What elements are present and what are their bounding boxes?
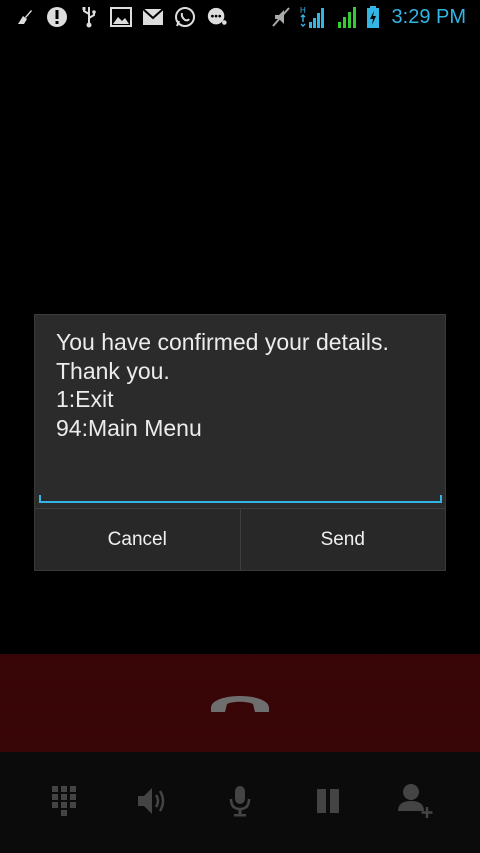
dialog-button-row: Cancel Send: [35, 508, 445, 570]
chat-bubble-icon: [206, 6, 228, 28]
hold-icon: [315, 788, 341, 818]
mute-mic-icon: [227, 784, 253, 822]
broom-icon: [14, 6, 36, 28]
dialpad-button[interactable]: [34, 773, 94, 833]
notification-icons: [14, 5, 228, 29]
speaker-icon: [135, 784, 169, 822]
hold-button[interactable]: [298, 773, 358, 833]
message-line: 94:Main Menu: [56, 414, 202, 441]
mail-icon: [142, 6, 164, 28]
ussd-message: You have confirmed your details. Thank y…: [56, 328, 436, 442]
message-input-area[interactable]: You have confirmed your details. Thank y…: [35, 315, 445, 507]
dialpad-icon: [50, 784, 78, 822]
status-bar: H 3:29 PM: [0, 0, 480, 36]
signal-icon: [336, 6, 358, 28]
reply-input-field[interactable]: [39, 495, 442, 503]
add-call-icon: [397, 783, 435, 823]
ussd-dialog: You have confirmed your details. Thank y…: [34, 314, 446, 571]
message-line: 1:Exit: [56, 386, 114, 412]
speaker-button[interactable]: [122, 773, 182, 833]
add-call-button[interactable]: [386, 773, 446, 833]
message-line: You have confirmed your details.: [56, 329, 389, 355]
whatsapp-icon: [174, 6, 196, 28]
system-icons: H 3:29 PM: [270, 5, 466, 29]
mute-icon: [270, 6, 292, 28]
end-call-icon: [207, 686, 273, 720]
end-call-button[interactable]: [0, 654, 480, 752]
message-line: Thank you.: [56, 357, 170, 384]
clock: 3:29 PM: [391, 6, 466, 28]
in-call-controls: [0, 752, 480, 853]
signal-h-icon: H: [300, 6, 328, 28]
svg-text:H: H: [300, 6, 306, 15]
send-button[interactable]: Send: [241, 509, 446, 570]
usb-icon: [78, 6, 100, 28]
image-icon: [110, 6, 132, 28]
cancel-button[interactable]: Cancel: [35, 509, 241, 570]
alert-icon: [46, 6, 68, 28]
battery-charging-icon: [366, 6, 380, 28]
mute-button[interactable]: [210, 773, 270, 833]
